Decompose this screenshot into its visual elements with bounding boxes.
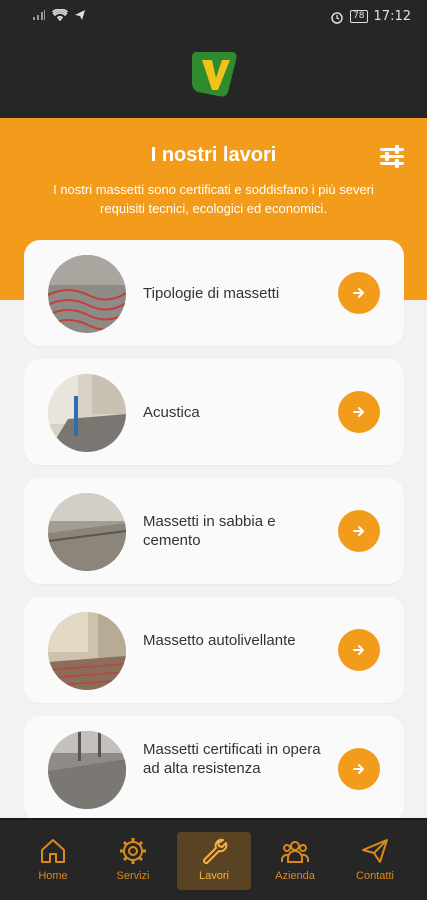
work-title: Massetti certificati in opera ad alta re…: [143, 741, 321, 777]
company-logo[interactable]: [188, 48, 240, 100]
nav-label: Lavori: [199, 870, 229, 882]
list-item[interactable]: Massetti in sabbia e cemento: [24, 478, 404, 584]
work-thumbnail-image: [48, 731, 126, 809]
nav-label: Azienda: [275, 870, 315, 882]
work-title: Acustica: [143, 404, 200, 421]
page-subtitle: I nostri massetti sono certificati e sod…: [53, 182, 374, 216]
arrow-right-icon: [353, 288, 364, 298]
list-item[interactable]: Massetto autolivellante: [24, 597, 404, 703]
open-work-button[interactable]: [338, 391, 380, 433]
work-title: Massetto autolivellante: [143, 632, 296, 649]
app-header: [0, 36, 427, 118]
nav-item-home[interactable]: Home: [16, 832, 90, 890]
work-thumbnail-image: [48, 374, 126, 452]
paper-plane-icon: [362, 839, 388, 863]
nav-label: Servizi: [116, 870, 150, 882]
page-title: I nostri lavori: [150, 144, 277, 166]
list-item[interactable]: Acustica: [24, 359, 404, 465]
open-work-button[interactable]: [338, 748, 380, 790]
list-item[interactable]: Massetti certificati in opera ad alta re…: [24, 716, 404, 822]
wifi-icon: [52, 9, 68, 21]
wrench-icon: [202, 838, 228, 865]
list-item[interactable]: Tipologie di massetti: [24, 240, 404, 346]
arrow-right-icon: [353, 526, 364, 536]
nav-item-azienda[interactable]: Azienda: [258, 832, 332, 890]
arrow-right-icon: [353, 764, 364, 774]
bottom-navigation: Home Servizi Lavori Azienda Contatti: [0, 818, 427, 900]
open-work-button[interactable]: [338, 510, 380, 552]
open-work-button[interactable]: [338, 629, 380, 671]
work-thumbnail-image: [48, 612, 126, 690]
home-icon: [41, 839, 65, 863]
battery-icon: 78: [350, 10, 368, 23]
work-title: Massetti in sabbia e cemento: [143, 513, 276, 549]
nav-label: Contatti: [356, 870, 394, 882]
arrow-right-icon: [353, 407, 364, 417]
signal-icon: [33, 10, 45, 20]
team-icon: [281, 841, 309, 863]
status-bar: 78 17:12: [0, 0, 427, 36]
open-work-button[interactable]: [338, 272, 380, 314]
status-right: 78 17:12: [330, 9, 411, 24]
gear-icon: [120, 838, 146, 864]
nav-label: Home: [38, 870, 68, 882]
arrow-right-icon: [353, 645, 364, 655]
nav-item-contatti[interactable]: Contatti: [338, 832, 412, 890]
nav-item-servizi[interactable]: Servizi: [96, 832, 170, 890]
work-thumbnail-image: [48, 255, 126, 333]
filter-settings-icon[interactable]: [379, 144, 405, 168]
nav-item-lavori[interactable]: Lavori: [177, 832, 251, 890]
work-thumbnail-image: [48, 493, 126, 571]
send-icon: [75, 10, 85, 20]
alarm-icon: [331, 11, 343, 24]
status-indicators: [32, 9, 86, 21]
clock: 17:12: [373, 9, 411, 24]
work-title: Tipologie di massetti: [143, 285, 280, 302]
